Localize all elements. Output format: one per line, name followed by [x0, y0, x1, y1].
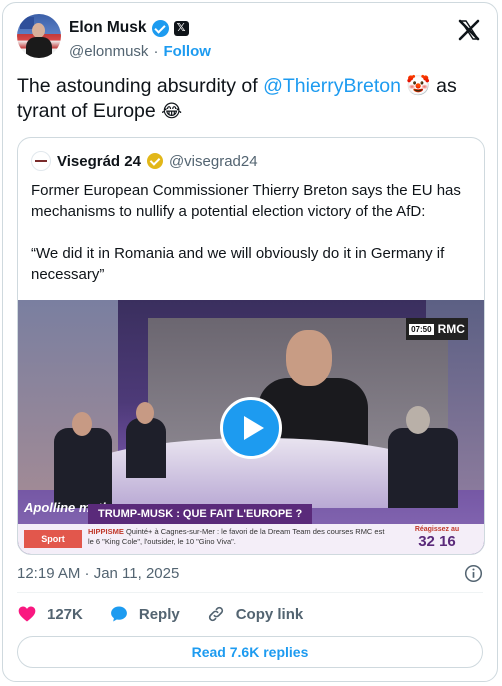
ticker-score-number: 32 16	[418, 533, 456, 550]
ticker-headline: TRUMP-MUSK : QUE FAIT L'EUROPE ?	[88, 504, 313, 524]
reply-button[interactable]: Reply	[109, 604, 180, 624]
video-screen-person-head	[286, 330, 332, 386]
ticker-text: Quinté+ à Cagnes-sur-Mer : le favori de …	[88, 527, 385, 546]
ticker-tag: HIPPISME	[88, 527, 124, 536]
video-player[interactable]: 07:50 RMC Apolline matin TRUMP-MUSK : QU…	[18, 300, 484, 554]
follow-button[interactable]: Follow	[163, 43, 211, 60]
copy-link-label: Copy link	[235, 605, 304, 623]
ticker-score: Réagissez au 32 16	[398, 526, 476, 550]
mention-link[interactable]: @ThierryBreton	[263, 75, 401, 97]
gold-verified-badge-icon	[146, 153, 163, 169]
video-guest	[388, 428, 458, 508]
like-button[interactable]: 127K	[17, 604, 83, 624]
info-icon[interactable]	[464, 564, 483, 583]
ticker-bar: Sport HIPPISME Quinté+ à Cagnes-sur-Mer …	[18, 524, 484, 554]
reply-label: Reply	[138, 605, 180, 623]
quoted-paragraph-2: “We did it in Romania and we will obviou…	[31, 245, 445, 283]
author-handle[interactable]: @elonmusk	[69, 43, 148, 60]
quoted-author-avatar	[31, 151, 51, 171]
tweet-header: Elon Musk 𝕏 @elonmusk · Follow	[17, 14, 483, 64]
quoted-author-name: Visegrád 24	[57, 152, 141, 170]
quoted-tweet[interactable]: Visegrád 24 @visegrad24 Former European …	[17, 137, 485, 555]
tweet-timestamp[interactable]: 12:19 AM · Jan 11, 2025	[17, 565, 179, 582]
video-guest-head	[406, 406, 430, 434]
rmc-channel-name: RMC	[437, 322, 465, 336]
author-name-row: Elon Musk 𝕏	[69, 19, 189, 37]
author-avatar[interactable]	[17, 14, 61, 58]
avatar-body	[26, 37, 52, 58]
ticker-message: HIPPISME Quinté+ à Cagnes-sur-Mer : le f…	[88, 527, 388, 547]
rmc-clock: 07:50	[409, 323, 434, 335]
read-replies-button[interactable]: Read 7.6K replies	[17, 636, 483, 668]
quoted-author-handle: @visegrad24	[168, 152, 258, 170]
video-presenter-1	[54, 428, 112, 508]
ticker-score-label: Réagissez au	[414, 526, 460, 533]
tweet-text-start: The astounding absurdity of	[17, 75, 264, 97]
play-button-icon[interactable]	[220, 397, 282, 459]
author-handle-row: @elonmusk · Follow	[69, 43, 211, 60]
author-display-name[interactable]: Elon Musk	[69, 19, 147, 37]
handle-separator: ·	[153, 43, 159, 60]
video-presenter-2	[126, 418, 166, 478]
like-count: 127K	[47, 605, 83, 623]
quoted-tweet-header: Visegrád 24 @visegrad24	[31, 151, 258, 171]
video-news-ticker: Apolline matin TRUMP-MUSK : QUE FAIT L'E…	[18, 500, 484, 554]
heart-icon	[18, 606, 36, 622]
tweet-actions: 127K Reply Copy link	[17, 604, 329, 624]
laughing-emoji: 😂	[161, 101, 183, 121]
rmc-channel-logo: 07:50 RMC	[406, 318, 468, 340]
video-presenter-2-head	[136, 402, 154, 424]
x-logo-icon[interactable]	[457, 18, 481, 42]
reply-bubble-icon	[110, 606, 127, 622]
quoted-paragraph-1: Former European Commissioner Thierry Bre…	[31, 182, 461, 220]
ticker-category: Sport	[24, 530, 82, 548]
quoted-tweet-text: Former European Commissioner Thierry Bre…	[31, 180, 475, 306]
tweet-text: The astounding absurdity of @ThierryBret…	[17, 74, 487, 124]
copy-link-button[interactable]: Copy link	[206, 604, 304, 624]
verified-badge-icon	[151, 19, 169, 37]
video-presenter-1-head	[72, 412, 92, 436]
link-icon	[208, 606, 223, 622]
x-affiliate-badge-icon: 𝕏	[173, 20, 189, 36]
divider	[17, 592, 483, 593]
avatar-head	[32, 23, 45, 38]
tweet-card: Elon Musk 𝕏 @elonmusk · Follow The astou…	[2, 2, 498, 682]
